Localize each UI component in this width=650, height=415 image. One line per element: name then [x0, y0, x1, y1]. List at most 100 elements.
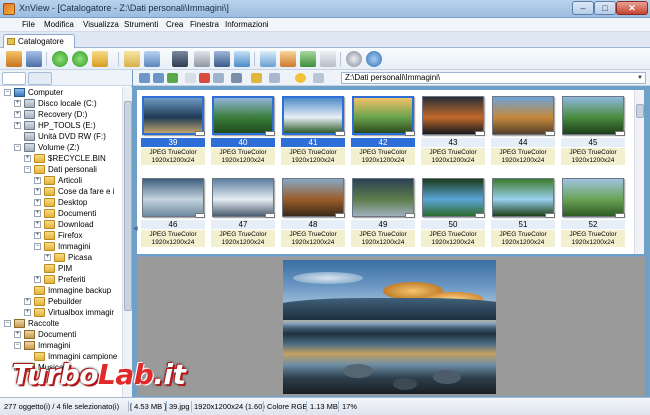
preview-image[interactable]	[283, 260, 496, 394]
web-page-icon[interactable]	[300, 51, 316, 67]
open-folder-icon[interactable]	[92, 51, 108, 67]
thumbnail-item[interactable]: 45JPEG TrueColor (v1.1)1920x1200x24	[561, 94, 625, 167]
thumbnail-item[interactable]: 40JPEG TrueColor (v1.1)1920x1200x24	[211, 94, 275, 167]
copy-to-icon[interactable]	[185, 73, 196, 83]
thumbnail-image[interactable]	[492, 178, 554, 217]
expand-icon[interactable]: +	[24, 309, 31, 316]
back-icon[interactable]	[52, 51, 68, 67]
menu-finestra[interactable]: Finestra	[190, 20, 219, 29]
tab-folders[interactable]	[2, 72, 26, 85]
browser-icon[interactable]	[6, 51, 22, 67]
thumbnail-item[interactable]: 51JPEG TrueColor (v1.1)1920x1200x24	[491, 176, 555, 249]
label-icon[interactable]	[313, 73, 324, 83]
thumbnail-image[interactable]	[282, 178, 344, 217]
collapse-pane-icon[interactable]: ◀	[133, 225, 138, 233]
thumbnail-item[interactable]: 50JPEG TrueColor (v1.1)1920x1200x24	[421, 176, 485, 249]
expand-icon[interactable]: +	[14, 100, 21, 107]
expand-icon[interactable]: +	[24, 155, 31, 162]
expand-icon[interactable]: +	[34, 210, 41, 217]
thumbnail-scrollbar[interactable]	[634, 90, 644, 254]
thumbnail-item[interactable]: 39JPEG TrueColor (v1.1)1920x1200x24	[141, 94, 205, 167]
forward-arrow-icon[interactable]	[153, 73, 164, 83]
properties-icon[interactable]	[214, 51, 230, 67]
tab-categories[interactable]	[28, 72, 52, 85]
thumbnail-image[interactable]	[352, 96, 414, 135]
thumbnail-item[interactable]: 48JPEG TrueColor (v1.1)1920x1200x24	[281, 176, 345, 249]
forward-icon[interactable]	[72, 51, 88, 67]
thumbnail-image[interactable]	[562, 178, 624, 217]
scrollbar-thumb[interactable]	[636, 104, 644, 118]
thumbnail-image[interactable]	[142, 178, 204, 217]
copy-icon[interactable]	[124, 51, 140, 67]
delete-icon[interactable]	[199, 73, 210, 83]
menu-crea[interactable]: Crea	[166, 20, 183, 29]
thumbnail-image[interactable]	[282, 96, 344, 135]
collapse-icon[interactable]: −	[14, 144, 21, 151]
thumbnail-image[interactable]	[422, 96, 484, 135]
thumbnail-image[interactable]	[562, 96, 624, 135]
tree-node-label: Articoli	[58, 176, 83, 185]
expand-icon[interactable]: +	[34, 188, 41, 195]
address-field[interactable]: Z:\Dati personali\Immagini\ ▼	[341, 72, 646, 84]
menu-file[interactable]: File	[22, 20, 35, 29]
collapse-icon[interactable]: −	[4, 320, 11, 327]
thumbnail-item[interactable]: 41JPEG TrueColor (v1.1)1920x1200x24	[281, 94, 345, 167]
thumbnail-image[interactable]	[212, 96, 274, 135]
expand-icon[interactable]: +	[44, 254, 51, 261]
thumbnail-image[interactable]	[492, 96, 554, 135]
star-rating-icon[interactable]	[295, 73, 306, 83]
move-icon[interactable]	[144, 51, 160, 67]
fullscreen-icon[interactable]	[26, 51, 42, 67]
slideshow-icon[interactable]	[234, 51, 250, 67]
print-icon[interactable]	[194, 51, 210, 67]
collapse-icon[interactable]: −	[14, 342, 21, 349]
chevron-down-icon[interactable]: ▼	[636, 74, 644, 82]
close-button[interactable]: ✕	[616, 1, 648, 15]
thumbnail-item[interactable]: 47JPEG TrueColor (v1.1)1920x1200x24	[211, 176, 275, 249]
thumbnail-item[interactable]: 43JPEG TrueColor (v1.1)1920x1200x24	[421, 94, 485, 167]
collapse-icon[interactable]: −	[34, 243, 41, 250]
thumbnail-item[interactable]: 42JPEG TrueColor (v1.1)1920x1200x24	[351, 94, 415, 167]
view-mode-icon[interactable]	[231, 73, 242, 83]
thumbnail-image[interactable]	[142, 96, 204, 135]
contact-sheet-icon[interactable]	[320, 51, 336, 67]
expand-icon[interactable]: +	[34, 177, 41, 184]
thumbnail-item[interactable]: 49JPEG TrueColor (v1.1)1920x1200x24	[351, 176, 415, 249]
expand-icon[interactable]: +	[34, 276, 41, 283]
expand-icon[interactable]: +	[34, 199, 41, 206]
batch-convert-icon[interactable]	[280, 51, 296, 67]
menu-visualizza[interactable]: Visualizza	[83, 20, 119, 29]
tree-scrollbar[interactable]	[122, 87, 132, 397]
collapse-icon[interactable]: −	[24, 166, 31, 173]
minimize-button[interactable]: –	[572, 1, 594, 15]
up-folder-icon[interactable]	[167, 73, 178, 83]
expand-icon[interactable]: +	[34, 232, 41, 239]
expand-icon[interactable]: +	[14, 111, 21, 118]
expand-icon[interactable]: +	[14, 122, 21, 129]
expand-icon[interactable]: +	[34, 221, 41, 228]
menu-informazioni[interactable]: Informazioni	[225, 20, 269, 29]
scrollbar-thumb[interactable]	[124, 101, 132, 311]
thumbnail-image[interactable]	[352, 178, 414, 217]
maximize-button[interactable]: □	[594, 1, 616, 15]
thumbnail-item[interactable]: 44JPEG TrueColor (v1.1)1920x1200x24	[491, 94, 555, 167]
menu-modifica[interactable]: Modifica	[44, 20, 74, 29]
thumbnail-image[interactable]	[212, 178, 274, 217]
thumbnail-item[interactable]: 52JPEG TrueColor (v1.1)1920x1200x24	[561, 176, 625, 249]
expand-icon[interactable]: +	[14, 331, 21, 338]
screen-icon[interactable]	[260, 51, 276, 67]
expand-icon[interactable]: +	[24, 298, 31, 305]
sort-icon[interactable]	[269, 73, 280, 83]
find-icon[interactable]	[172, 51, 188, 67]
filter-icon[interactable]	[251, 73, 262, 83]
menu-strumenti[interactable]: Strumenti	[124, 20, 158, 29]
back-arrow-icon[interactable]	[139, 73, 150, 83]
info-icon[interactable]	[366, 51, 382, 67]
gear-icon[interactable]	[346, 51, 362, 67]
thumbnail-item[interactable]: 46JPEG TrueColor (v1.1)1920x1200x24	[141, 176, 205, 249]
collapse-icon[interactable]: −	[4, 89, 11, 96]
tab-catalogatore[interactable]: Catalogatore	[3, 34, 75, 48]
xnview-app-icon[interactable]	[3, 3, 15, 15]
rename-icon[interactable]	[213, 73, 224, 83]
thumbnail-image[interactable]	[422, 178, 484, 217]
